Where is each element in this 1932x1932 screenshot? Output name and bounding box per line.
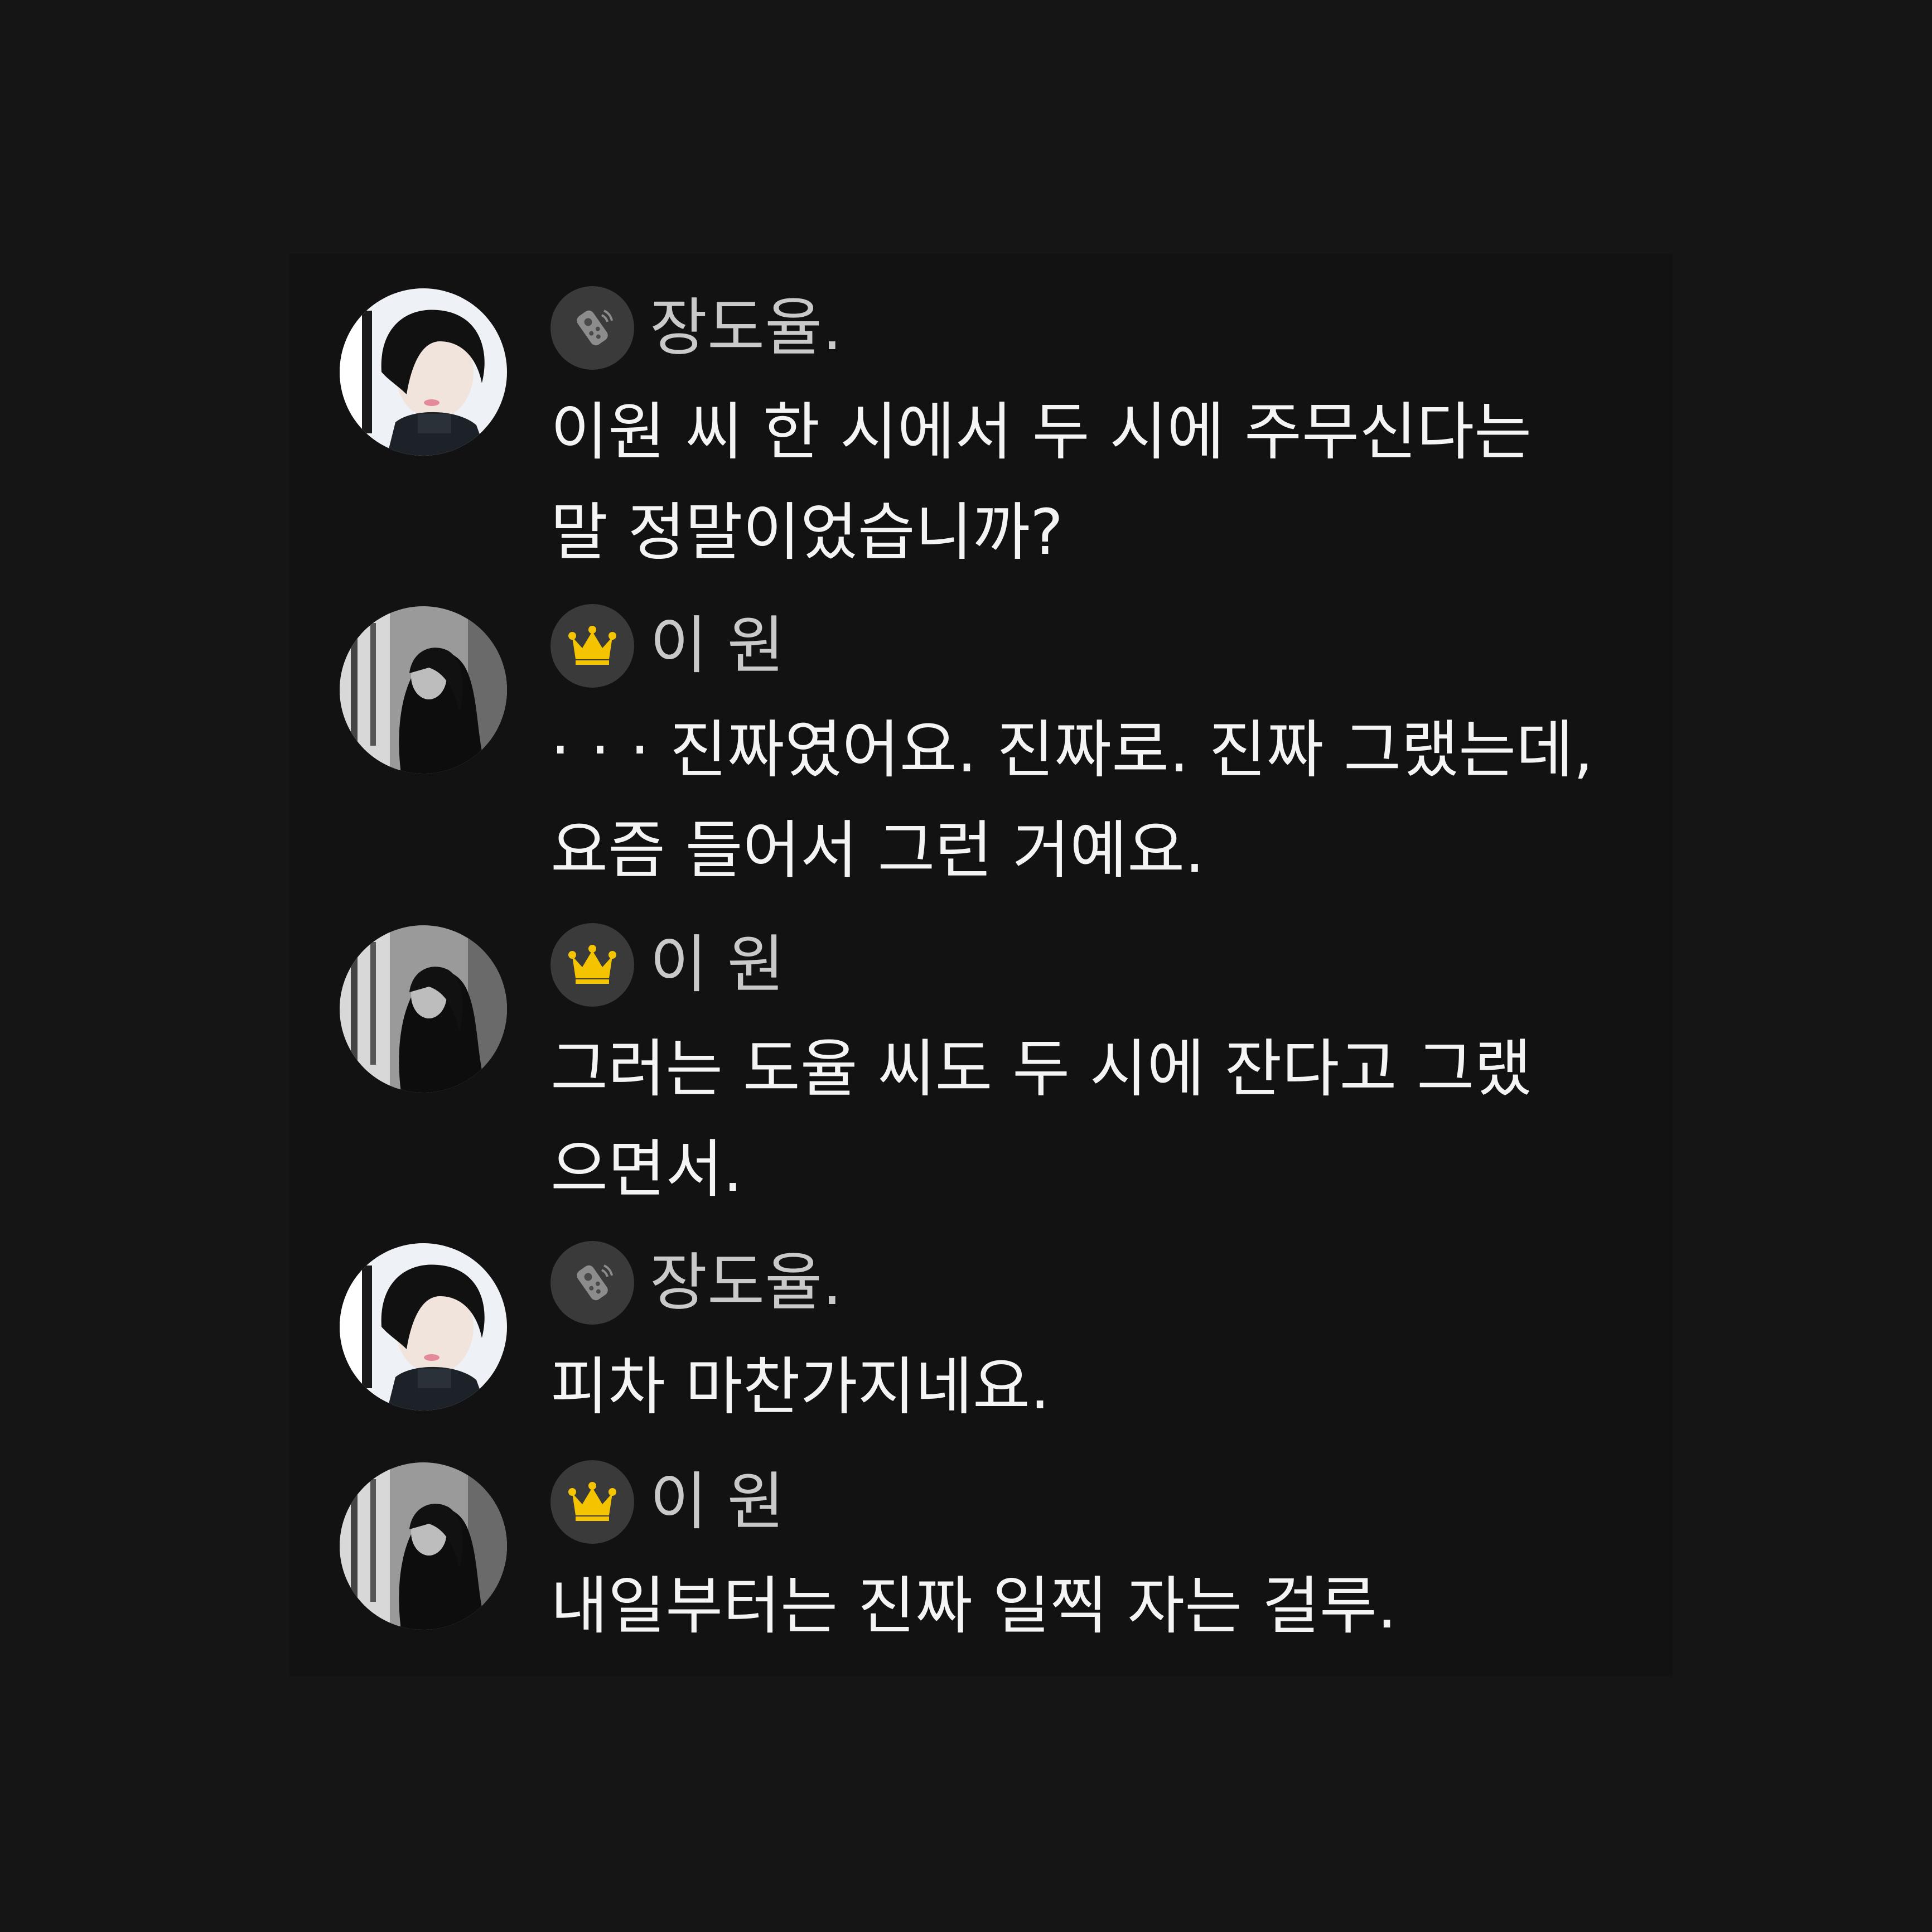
man-portrait-avatar xyxy=(340,1243,507,1411)
crown-icon xyxy=(568,626,616,665)
sender-name[interactable]: 이 원 xyxy=(650,923,785,1007)
message-line: 그러는 도율 씨도 두 시에 잔다고 그랬 xyxy=(550,1033,1532,1105)
message-text: 내일부터는 진짜 일찍 자는 걸루. xyxy=(550,1556,1610,1656)
avatar[interactable] xyxy=(340,606,507,774)
message-line: 으면서. xyxy=(550,1133,743,1206)
badge xyxy=(550,286,634,370)
sender-name[interactable]: 이 원 xyxy=(650,1460,785,1544)
sender-row: 이 원 xyxy=(550,604,785,688)
remote-control-icon xyxy=(577,1264,613,1301)
badge xyxy=(550,1241,634,1325)
message-line: 내일부터는 진짜 일찍 자는 걸루. xyxy=(550,1570,1397,1643)
sender-name[interactable]: 이 원 xyxy=(650,604,785,688)
badge xyxy=(550,923,634,1007)
sender-row: 이 원 xyxy=(550,923,785,1007)
sender-row: 장도율. xyxy=(550,286,842,370)
message-line: 말 정말이었습니까? xyxy=(550,496,1064,569)
message-text: 이원 씨 한 시에서 두 시에 주무신다는 말 정말이었습니까? xyxy=(550,382,1610,583)
woman-monochrome-avatar xyxy=(340,1462,507,1630)
man-portrait-avatar xyxy=(340,288,507,456)
avatar[interactable] xyxy=(340,288,507,456)
badge xyxy=(550,604,634,688)
message-text: 피차 마찬가지네요. xyxy=(550,1337,1610,1437)
message-line: 피차 마찬가지네요. xyxy=(550,1351,1050,1423)
woman-monochrome-avatar xyxy=(340,925,507,1093)
message-line: 요즘 들어서 그런 거예요. xyxy=(550,814,1205,887)
crown-icon xyxy=(568,1482,616,1521)
woman-monochrome-avatar xyxy=(340,606,507,774)
message-text: · · · 진짜였어요. 진짜로. 진짜 그랬는데, 요즘 들어서 그런 거예요… xyxy=(550,700,1610,901)
crown-icon xyxy=(568,945,616,984)
sender-name[interactable]: 장도율. xyxy=(650,1241,842,1325)
avatar[interactable] xyxy=(340,925,507,1093)
chat-panel: 장도율. 이원 씨 한 시에서 두 시에 주무신다는 말 정말이었습니까? 이 … xyxy=(289,254,1673,1676)
message-text: 그러는 도율 씨도 두 시에 잔다고 그랬 으면서. xyxy=(550,1019,1610,1220)
sender-name[interactable]: 장도율. xyxy=(650,286,842,370)
remote-control-icon xyxy=(577,310,613,346)
message-line: 이원 씨 한 시에서 두 시에 주무신다는 xyxy=(550,396,1532,468)
sender-row: 장도율. xyxy=(550,1241,842,1325)
avatar[interactable] xyxy=(340,1462,507,1630)
sender-row: 이 원 xyxy=(550,1460,785,1544)
badge xyxy=(550,1460,634,1544)
avatar[interactable] xyxy=(340,1243,507,1411)
message-line: · · · 진짜였어요. 진짜로. 진짜 그랬는데, xyxy=(550,714,1593,786)
